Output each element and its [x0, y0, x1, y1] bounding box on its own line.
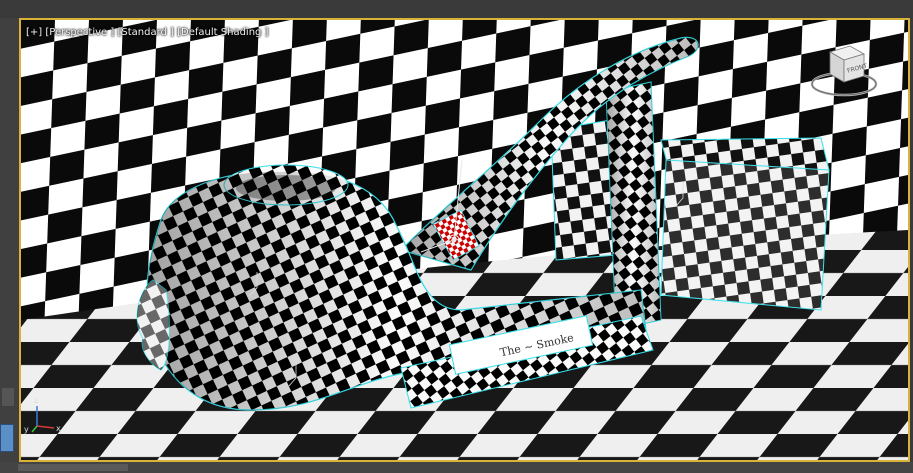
viewport-shading-menu[interactable]: [Default Shading ] — [177, 27, 268, 38]
viewport-point-of-view-menu[interactable]: [Perspective ] — [45, 27, 114, 38]
viewport-standard-menu[interactable]: [Standard ] — [117, 27, 173, 38]
time-slider-track[interactable] — [18, 464, 128, 471]
viewport-scene[interactable]: The ~ Smoke — [21, 20, 908, 460]
axis-x-label: x — [56, 424, 61, 433]
top-toolbar-strip — [0, 0, 913, 18]
axis-y-label: y — [24, 425, 29, 434]
viewport-general-menu[interactable]: [+] — [26, 27, 42, 38]
viewport-label-menu: [+] [Perspective ] [Standard ] [Default … — [26, 27, 268, 38]
perspective-viewport[interactable]: The ~ Smoke [+] [Perspective ] [Standard… — [19, 18, 910, 462]
world-axis-tripod: z x y — [12, 386, 72, 436]
axis-z-label: z — [34, 396, 38, 405]
box-object[interactable] — [660, 137, 830, 311]
viewcube-icon[interactable]: FRONT — [808, 36, 880, 108]
bottom-status-strip — [0, 462, 913, 473]
